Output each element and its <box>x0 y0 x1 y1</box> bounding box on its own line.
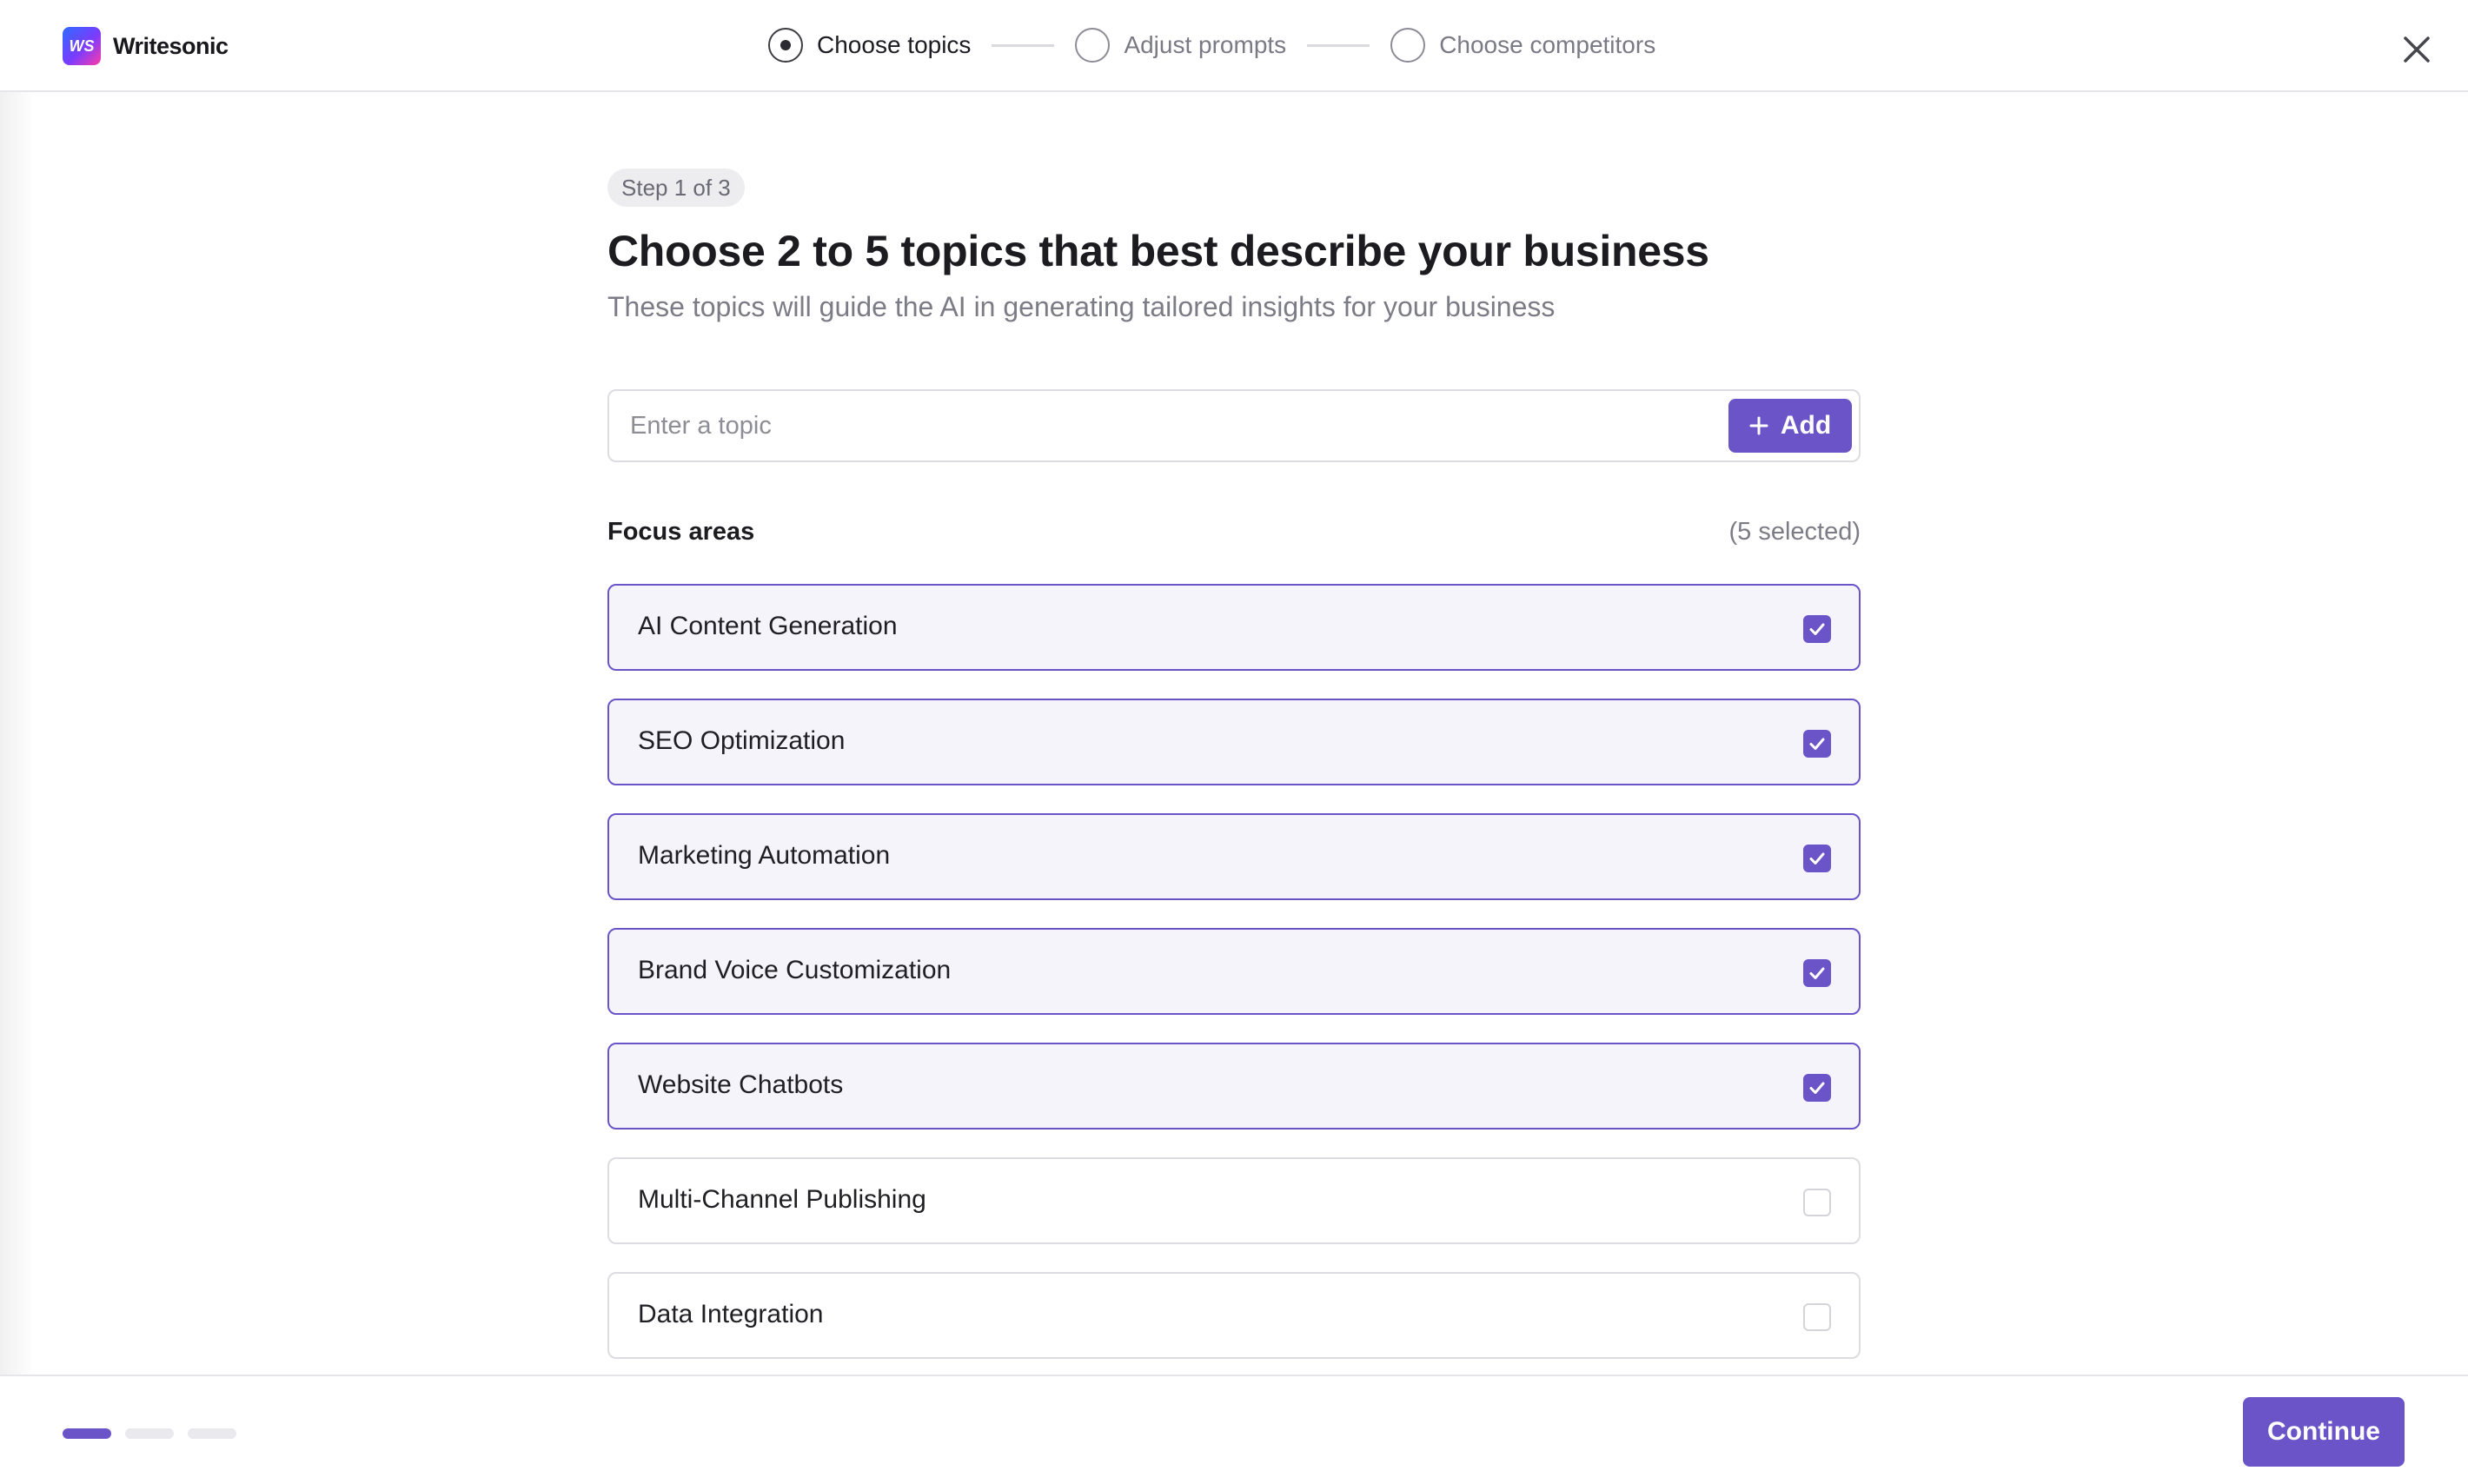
topic-label: Website Chatbots <box>638 1070 844 1099</box>
topic-option[interactable]: SEO Optimization <box>607 699 1861 785</box>
topic-checkbox[interactable] <box>1803 1189 1831 1216</box>
step-connector <box>992 43 1055 47</box>
topic-checkbox[interactable] <box>1803 615 1831 643</box>
page-title: Choose 2 to 5 topics that best describe … <box>607 227 1709 275</box>
add-button-label: Add <box>1780 411 1832 440</box>
topic-input-group: Add <box>607 389 1861 462</box>
step-choose-competitors: Choose competitors <box>1390 28 1655 63</box>
step-label: Choose topics <box>817 31 972 58</box>
step-active-circle-icon <box>768 28 803 63</box>
topic-option[interactable]: Multi-Channel Publishing <box>607 1157 1861 1244</box>
brand-name: Writesonic <box>113 32 229 59</box>
check-icon <box>1809 967 1825 979</box>
topic-option[interactable]: Website Chatbots <box>607 1043 1861 1130</box>
step-label: Choose competitors <box>1439 31 1656 58</box>
progress-indicator <box>63 1428 250 1439</box>
topic-label: SEO Optimization <box>638 726 846 755</box>
add-topic-button[interactable]: Add <box>1728 399 1852 453</box>
progress-segment <box>63 1428 111 1439</box>
topic-option[interactable]: Data Integration <box>607 1272 1861 1359</box>
focus-areas-header: Focus areas (5 selected) <box>607 518 1861 553</box>
continue-button[interactable]: Continue <box>2243 1397 2405 1467</box>
topic-option[interactable]: Marketing Automation <box>607 813 1861 900</box>
check-icon <box>1809 623 1825 635</box>
topic-checkbox[interactable] <box>1803 959 1831 987</box>
onboarding-modal: WS Writesonic Choose topics Adjust promp… <box>0 0 2468 1484</box>
header: WS Writesonic Choose topics Adjust promp… <box>0 0 2468 92</box>
topic-label: Brand Voice Customization <box>638 956 952 984</box>
footer: Continue <box>0 1375 2468 1484</box>
topic-label: Multi-Channel Publishing <box>638 1185 926 1214</box>
selected-count: (5 selected) <box>1728 518 1861 546</box>
step-indicator-badge: Step 1 of 3 <box>607 169 745 207</box>
focus-areas-title: Focus areas <box>607 518 755 546</box>
topic-input[interactable] <box>630 407 1708 445</box>
brand: WS Writesonic <box>63 26 229 66</box>
backdrop-edge <box>0 92 35 1378</box>
topic-checkbox[interactable] <box>1803 730 1831 758</box>
progress-segment <box>125 1428 174 1439</box>
step-choose-topics: Choose topics <box>768 28 971 63</box>
main-content: Step 1 of 3 Choose 2 to 5 topics that be… <box>607 169 1861 1359</box>
step-connector <box>1307 43 1370 47</box>
step-empty-circle-icon <box>1075 28 1111 63</box>
page-subtitle: These topics will guide the AI in genera… <box>607 291 1556 322</box>
topic-checkbox[interactable] <box>1803 845 1831 872</box>
close-icon <box>2404 36 2430 63</box>
check-icon <box>1809 852 1825 865</box>
stepper: Choose topics Adjust prompts Choose comp… <box>768 26 1655 64</box>
topic-option[interactable]: Brand Voice Customization <box>607 928 1861 1015</box>
topic-label: Marketing Automation <box>638 841 891 870</box>
progress-segment <box>188 1428 236 1439</box>
topic-checkbox[interactable] <box>1803 1074 1831 1102</box>
close-button[interactable] <box>2397 30 2437 70</box>
check-icon <box>1809 738 1825 750</box>
topic-checkbox[interactable] <box>1803 1303 1831 1331</box>
topic-label: Data Integration <box>638 1300 824 1328</box>
step-empty-circle-icon <box>1390 28 1426 63</box>
writesonic-logo-icon: WS <box>63 27 101 65</box>
step-label: Adjust prompts <box>1124 31 1287 58</box>
topic-label: AI Content Generation <box>638 612 898 640</box>
check-icon <box>1809 1082 1825 1094</box>
topic-option[interactable]: AI Content Generation <box>607 584 1861 671</box>
step-adjust-prompts: Adjust prompts <box>1075 28 1286 63</box>
plus-icon <box>1749 416 1768 435</box>
